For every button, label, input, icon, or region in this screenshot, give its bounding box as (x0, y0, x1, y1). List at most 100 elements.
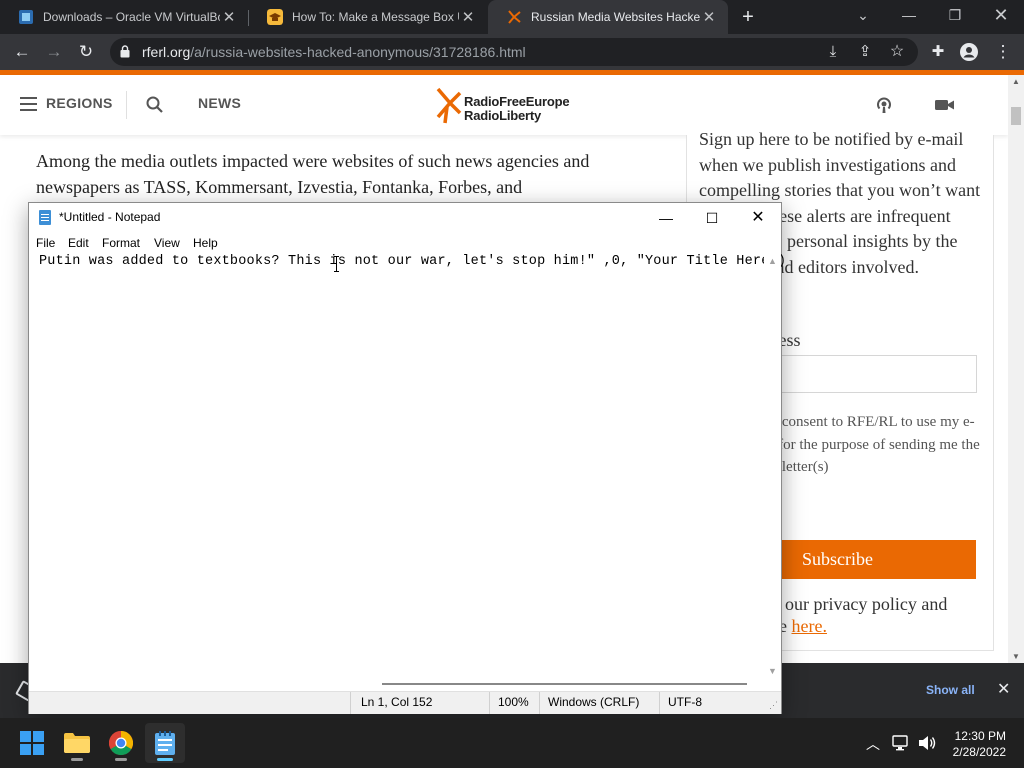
logo-line-1: RadioFreeEurope (464, 94, 570, 109)
rferl-logo[interactable]: RadioFreeEurope RadioLiberty (436, 85, 596, 127)
forward-arrow-icon[interactable]: → (41, 39, 67, 65)
scroll-up-arrow-icon[interactable]: ▲ (768, 256, 777, 266)
privacy-link[interactable]: here. (791, 616, 826, 636)
install-app-icon[interactable]: ⤓ (820, 39, 846, 65)
mortarboard-icon (267, 9, 283, 25)
active-app-indicator (157, 758, 173, 761)
tab-rferl-article[interactable]: Russian Media Websites Hacked, Anonymous… (488, 0, 728, 34)
resize-grip-icon[interactable]: ⋰ (769, 700, 778, 711)
status-encoding: UTF-8 (668, 695, 702, 709)
profile-avatar-icon[interactable] (960, 43, 978, 61)
status-cursor-position: Ln 1, Col 152 (361, 695, 433, 709)
notepad-content[interactable]: Putin was added to textbooks? This is no… (39, 254, 786, 269)
browser-toolbar: ← → ↻ rferl.org/a/russia-websites-hacked… (0, 34, 1024, 70)
taskbar-chrome[interactable] (101, 723, 141, 763)
header-divider (126, 91, 127, 119)
menu-edit[interactable]: Edit (68, 236, 89, 250)
search-icon[interactable] (146, 96, 163, 113)
site-header: REGIONS NEWS RadioFreeEurope RadioLibert… (0, 75, 1008, 135)
notepad-vertical-scrollbar[interactable]: ▲ ▼ (764, 253, 781, 678)
back-arrow-icon[interactable]: ← (9, 39, 35, 65)
new-tab-button[interactable]: + (736, 4, 760, 30)
maximize-icon[interactable]: ☐ (689, 203, 735, 233)
lock-icon[interactable] (120, 45, 130, 58)
address-bar[interactable]: rferl.org/a/russia-websites-hacked-anony… (110, 38, 918, 66)
clock-date: 2/28/2022 (952, 745, 1006, 759)
status-line-endings: Windows (CRLF) (548, 695, 640, 709)
start-button[interactable] (12, 723, 52, 763)
page-scrollbar-thumb[interactable] (1011, 107, 1021, 125)
scroll-down-arrow-icon[interactable]: ▼ (768, 666, 777, 676)
close-shelf-icon[interactable]: ✕ (997, 679, 1010, 699)
clock[interactable]: 12:30 PM 2/28/2022 (950, 728, 1006, 760)
close-tab-icon[interactable]: ✕ (220, 8, 238, 26)
taskbar-notepad[interactable] (145, 723, 185, 763)
rferl-icon (508, 10, 521, 24)
status-divider (350, 692, 351, 714)
show-all-button[interactable]: Show all (926, 683, 975, 697)
video-camera-icon[interactable] (935, 98, 955, 112)
podcast-icon[interactable] (874, 95, 894, 115)
close-tab-icon[interactable]: ✕ (700, 8, 718, 26)
logo-wordmark: RadioFreeEurope RadioLiberty (464, 94, 570, 123)
close-window-icon[interactable]: ✕ (735, 203, 781, 233)
close-window-icon[interactable]: ✕ (978, 0, 1024, 30)
nav-news[interactable]: NEWS (198, 95, 241, 111)
speaker-volume-icon[interactable] (918, 735, 936, 751)
notepad-horizontal-scrollbar[interactable] (29, 678, 764, 691)
share-icon[interactable]: ⇪ (852, 39, 878, 65)
status-zoom: 100% (498, 695, 529, 709)
status-divider (539, 692, 540, 714)
notepad-title-bar[interactable]: *Untitled - Notepad — ☐ ✕ (29, 203, 781, 233)
running-indicator (115, 758, 127, 761)
tab-virtualbox-downloads[interactable]: Downloads – Oracle VM VirtualBox ✕ (0, 0, 248, 34)
hamburger-menu-icon[interactable] (20, 97, 37, 111)
url-path: /a/russia-websites-hacked-anonymous/3172… (190, 44, 526, 60)
clock-time: 12:30 PM (954, 729, 1006, 743)
extensions-puzzle-icon[interactable]: ✚ (925, 39, 951, 65)
notepad-status-bar: Ln 1, Col 152 100% Windows (CRLF) UTF-8 … (29, 691, 781, 714)
start-icon (20, 731, 44, 755)
file-explorer-icon (64, 733, 90, 753)
kebab-menu-icon[interactable]: ⋮ (990, 39, 1016, 65)
chrome-icon (109, 731, 133, 755)
rferl-torch-logo-icon (436, 87, 462, 124)
tab-vbscript-howto[interactable]: How To: Make a Message Box Using VBScrip… (249, 0, 487, 34)
horizontal-scrollbar-thumb[interactable] (382, 683, 747, 685)
running-indicator (71, 758, 83, 761)
restore-icon[interactable]: ❐ (932, 0, 978, 30)
nav-regions[interactable]: REGIONS (46, 95, 113, 111)
logo-line-2: RadioLiberty (464, 108, 542, 123)
notepad-icon (155, 731, 175, 755)
status-divider (659, 692, 660, 714)
virtualbox-icon (19, 10, 33, 24)
reload-icon[interactable]: ↻ (73, 39, 99, 65)
notepad-text-area[interactable]: Putin was added to textbooks? This is no… (29, 253, 786, 678)
browser-tab-strip: Downloads – Oracle VM VirtualBox ✕ How T… (0, 0, 1024, 34)
notepad-menu-bar: File Edit Format View Help (29, 233, 781, 253)
notepad-title: *Untitled - Notepad (59, 210, 161, 224)
close-tab-icon[interactable]: ✕ (459, 8, 477, 26)
menu-file[interactable]: File (36, 236, 55, 250)
url-text[interactable]: rferl.org/a/russia-websites-hacked-anony… (142, 44, 526, 60)
taskbar-file-explorer[interactable] (57, 723, 97, 763)
notepad-window: *Untitled - Notepad — ☐ ✕ File Edit Form… (28, 202, 786, 714)
menu-format[interactable]: Format (102, 236, 140, 250)
page-scrollbar[interactable]: ▲ ▼ (1008, 75, 1024, 663)
tab-search-chevron-icon[interactable]: ⌄ (840, 0, 886, 30)
menu-help[interactable]: Help (193, 236, 218, 250)
network-icon[interactable] (892, 735, 910, 751)
minimize-icon[interactable]: — (643, 203, 689, 233)
tab-title: Downloads – Oracle VM VirtualBox (43, 10, 220, 24)
tab-title: How To: Make a Message Box Using VBScrip… (292, 10, 459, 24)
scroll-up-arrow-icon[interactable]: ▲ (1012, 77, 1020, 86)
tab-title: Russian Media Websites Hacked, Anonymous (531, 10, 700, 24)
bookmark-star-icon[interactable]: ☆ (884, 39, 910, 65)
status-divider (489, 692, 490, 714)
scroll-down-arrow-icon[interactable]: ▼ (1012, 652, 1020, 661)
minimize-icon[interactable]: — (886, 0, 932, 30)
i-beam-cursor-icon (334, 256, 340, 272)
url-host: rferl.org (142, 44, 191, 60)
menu-view[interactable]: View (154, 236, 180, 250)
show-hidden-icons-chevron-icon[interactable]: ︿ (866, 734, 880, 754)
